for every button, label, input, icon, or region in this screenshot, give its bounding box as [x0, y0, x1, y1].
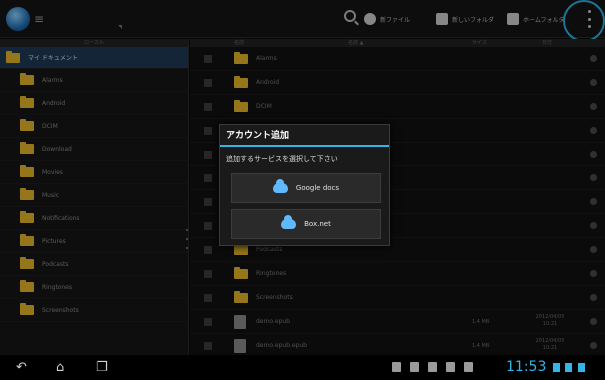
- headphones-icon[interactable]: [410, 362, 419, 372]
- box-net-button[interactable]: Box.net: [231, 209, 381, 239]
- google-docs-label: Google docs: [295, 184, 340, 192]
- system-bar: ↶ ⌂ ❐ 11:53: [0, 355, 605, 380]
- usb-icon[interactable]: [428, 362, 437, 372]
- back-icon[interactable]: ↶: [16, 360, 27, 375]
- cloud-icon: [272, 179, 288, 193]
- google-docs-button[interactable]: Google docs: [231, 173, 381, 203]
- signal-icon: [565, 363, 572, 372]
- box-net-label: Box.net: [304, 220, 331, 228]
- battery-icon: [578, 363, 585, 372]
- add-account-dialog: アカウント追加 追加するサービスを選択して下さい Google docs Box…: [219, 124, 390, 246]
- clock[interactable]: 11:53: [506, 359, 546, 375]
- recent-apps-icon[interactable]: ❐: [96, 360, 108, 375]
- dialog-title: アカウント追加: [220, 125, 389, 147]
- image-icon[interactable]: [464, 362, 473, 372]
- home-icon[interactable]: ⌂: [56, 360, 64, 375]
- box-icon: [281, 215, 297, 229]
- notification-icon[interactable]: [392, 362, 401, 372]
- wifi-icon: [553, 363, 560, 372]
- dialog-message: 追加するサービスを選択して下さい: [226, 155, 338, 163]
- download-icon[interactable]: [446, 362, 455, 372]
